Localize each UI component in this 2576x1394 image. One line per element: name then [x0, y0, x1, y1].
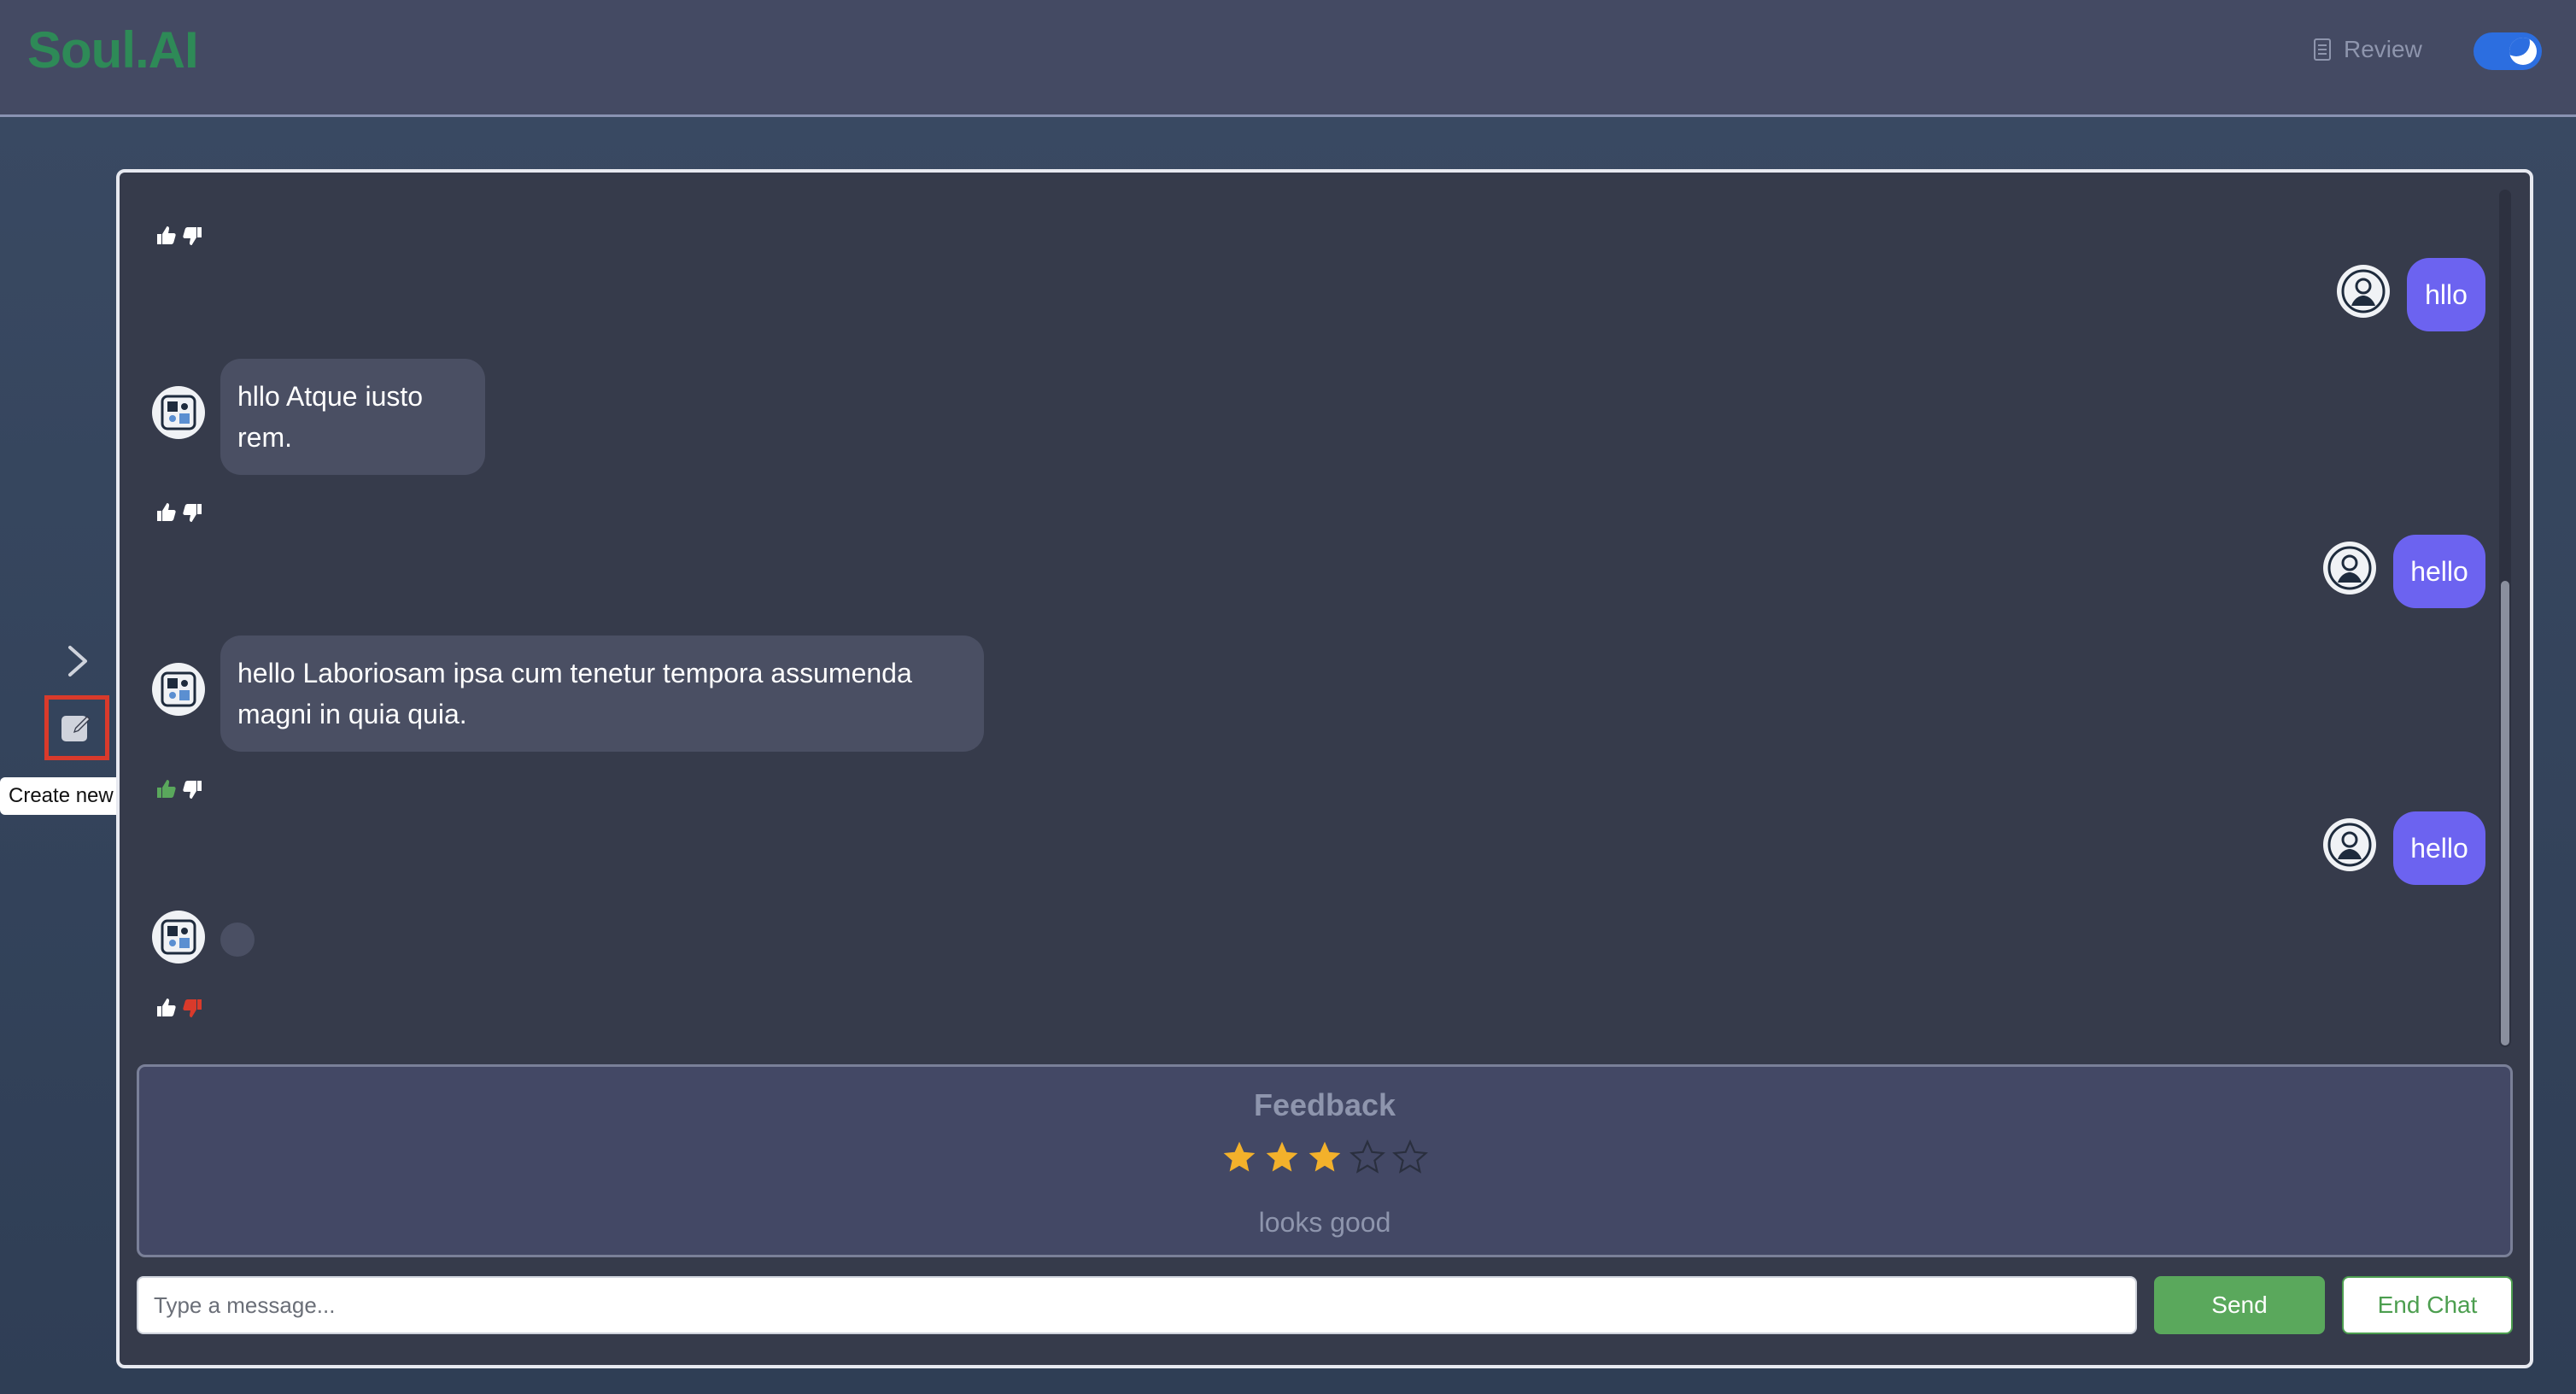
app-header: Soul.AI Review [0, 0, 2576, 117]
user-avatar-icon [2323, 818, 2376, 871]
chevron-right-icon[interactable] [60, 642, 94, 680]
star-filled-icon[interactable] [1221, 1139, 1258, 1176]
message-feedback [154, 996, 205, 1020]
bot-message-bubble: hello Laboriosam ipsa cum tenetur tempor… [220, 636, 984, 752]
message-feedback [154, 777, 205, 801]
feedback-comment: looks good [1258, 1207, 1391, 1238]
star-filled-icon[interactable] [1306, 1139, 1344, 1176]
star-filled-icon[interactable] [1263, 1139, 1301, 1176]
feedback-title: Feedback [1253, 1087, 1396, 1122]
user-message-bubble: hello [2393, 535, 2485, 608]
star-empty-icon[interactable] [1349, 1139, 1386, 1176]
user-avatar-icon [2337, 265, 2390, 318]
typing-indicator [220, 922, 255, 957]
review-label: Review [2344, 36, 2422, 62]
end-chat-button[interactable]: End Chat [2342, 1276, 2513, 1334]
new-chat-button[interactable] [44, 695, 109, 760]
send-button[interactable]: Send [2154, 1276, 2325, 1334]
thumbs-up-icon[interactable] [154, 224, 178, 248]
bot-avatar-icon [152, 663, 205, 716]
user-message-bubble: hello [2393, 811, 2485, 885]
thumbs-down-icon[interactable] [181, 996, 205, 1020]
feedback-card: Feedback looks good [137, 1064, 2513, 1257]
thumbs-up-icon[interactable] [154, 777, 178, 801]
document-icon [2314, 38, 2331, 61]
message-feedback [154, 224, 205, 248]
app-logo[interactable]: Soul.AI [27, 20, 199, 79]
chat-scrollbar-thumb[interactable] [2501, 581, 2509, 1046]
bot-message-bubble: hllo Atque iusto rem. [220, 359, 485, 475]
thumbs-down-icon[interactable] [181, 501, 205, 524]
star-rating [139, 1139, 2510, 1176]
bot-avatar-icon [152, 386, 205, 439]
edit-icon [61, 716, 91, 741]
message-input[interactable] [137, 1276, 2137, 1334]
star-empty-icon[interactable] [1391, 1139, 1429, 1176]
thumbs-down-icon[interactable] [181, 777, 205, 801]
thumbs-down-icon[interactable] [181, 224, 205, 248]
message-feedback [154, 501, 205, 524]
bot-avatar-icon [152, 911, 205, 964]
user-avatar-icon [2323, 542, 2376, 594]
theme-toggle[interactable] [2474, 32, 2542, 70]
review-link[interactable]: Review [2313, 36, 2422, 63]
thumbs-up-icon[interactable] [154, 996, 178, 1020]
thumbs-up-icon[interactable] [154, 501, 178, 524]
moon-icon [2509, 38, 2537, 65]
user-message-bubble: hllo [2407, 258, 2485, 331]
